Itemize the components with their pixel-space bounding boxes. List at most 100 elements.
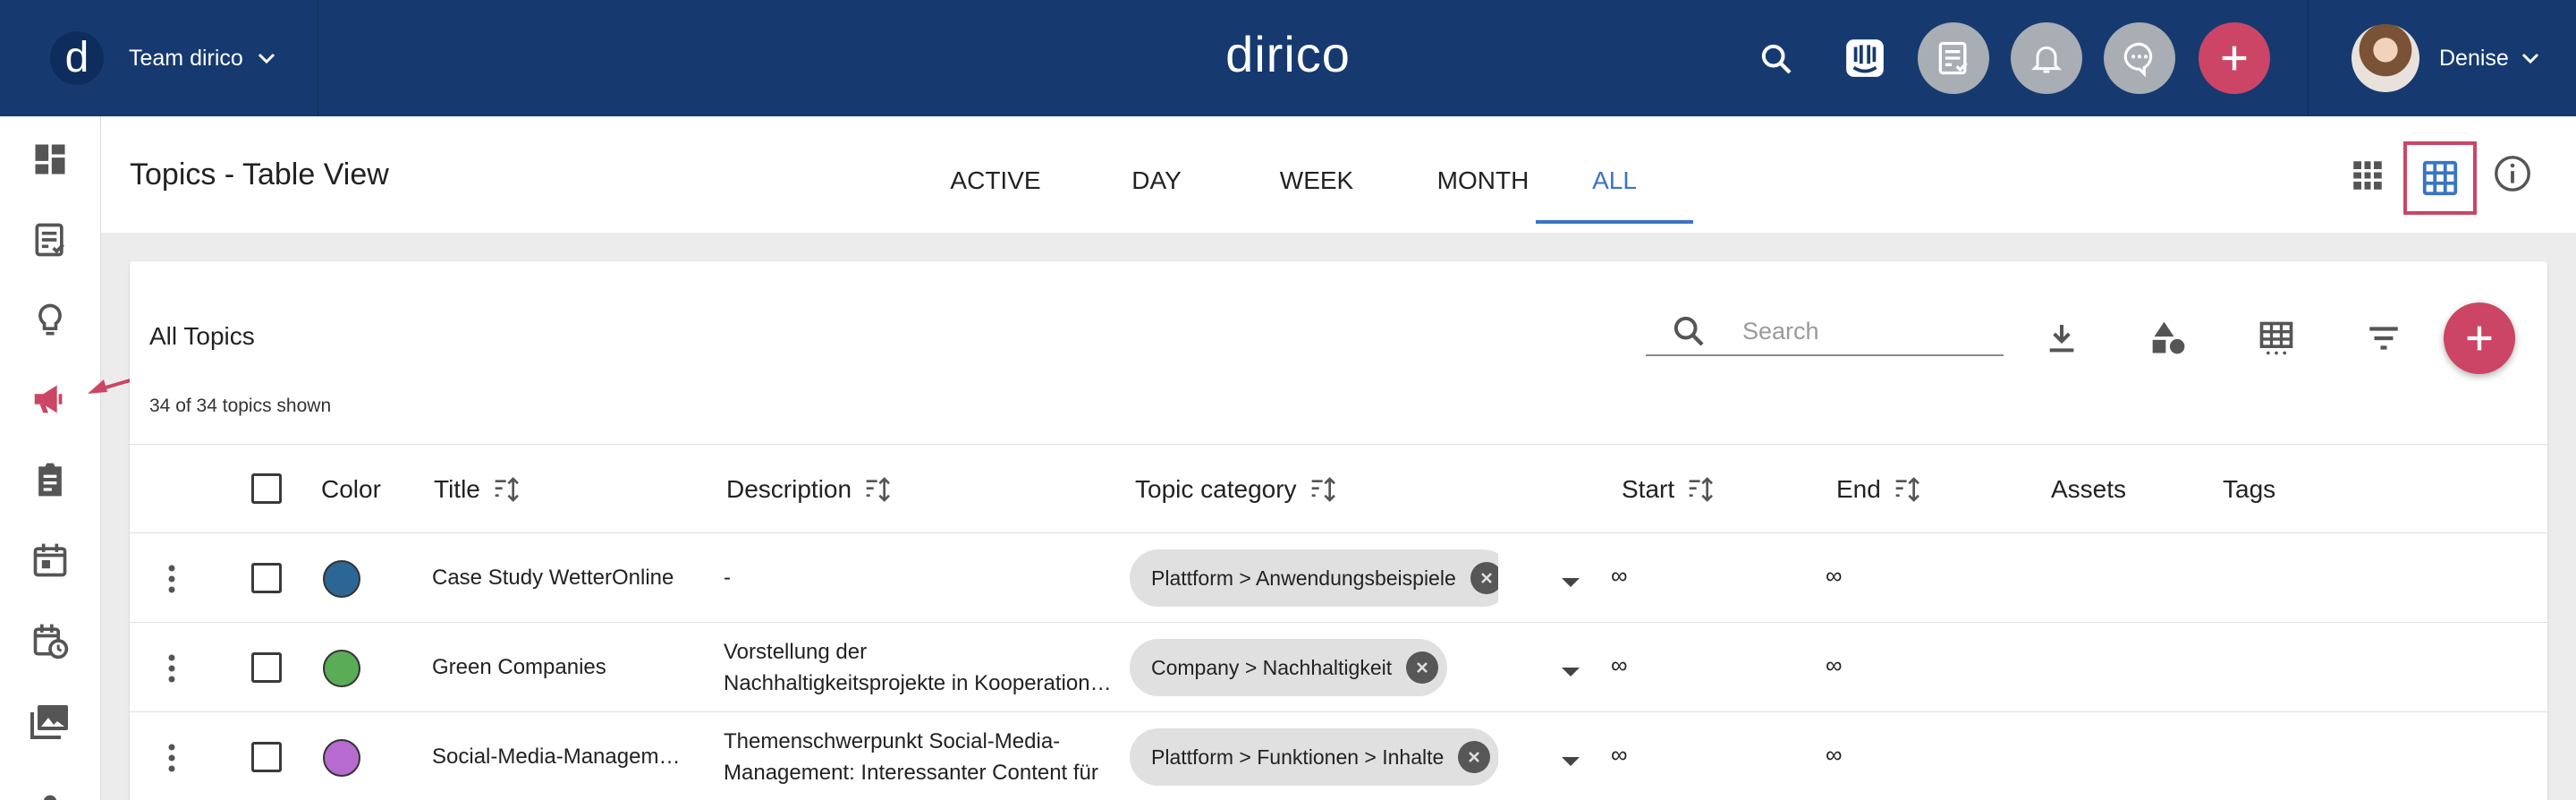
- category-chip-clip: Company > Nachhaltigkeit: [1130, 639, 1498, 696]
- select-all-checkbox[interactable]: [251, 473, 282, 504]
- sort-icon: [495, 477, 519, 502]
- chevron-down-icon: [258, 53, 275, 64]
- sidebar: [0, 116, 101, 800]
- grid-view-button[interactable]: [2339, 147, 2396, 204]
- tab-all[interactable]: ALL: [1536, 166, 1693, 195]
- column-label: End: [1836, 475, 1881, 503]
- team-logo-letter: d: [64, 34, 89, 81]
- user-menu[interactable]: Denise: [2308, 0, 2576, 116]
- topic-title[interactable]: Social-Media-Management: [432, 745, 684, 770]
- sidebar-item-schedule[interactable]: [25, 616, 75, 666]
- search-input[interactable]: [1742, 313, 1993, 349]
- category-chip-label: Company > Nachhaltigkeit: [1151, 655, 1393, 679]
- column-header-assets: Assets: [2051, 475, 2126, 504]
- pin-icon: [43, 795, 57, 800]
- topic-title[interactable]: Green Companies: [432, 655, 606, 680]
- table-header: Color Title Description Topic category S…: [130, 444, 2547, 533]
- column-header-description[interactable]: Description: [726, 475, 893, 504]
- filter-button[interactable]: [2359, 313, 2409, 363]
- sort-icon: [1311, 477, 1335, 502]
- remove-category-button[interactable]: [1458, 741, 1491, 773]
- remove-category-button[interactable]: [1470, 562, 1498, 594]
- topic-title[interactable]: Case Study WetterOnline: [432, 566, 674, 591]
- category-dropdown-icon[interactable]: [1561, 576, 1580, 589]
- column-label: Start: [1622, 475, 1675, 503]
- description-line: Themenschwerpunkt Social-Media-: [724, 729, 1061, 753]
- user-name: Denise: [2439, 45, 2509, 71]
- description-line: Vorstellung der: [724, 640, 868, 664]
- clipboard-icon: [38, 463, 62, 497]
- category-chip[interactable]: Plattform > Funktionen > Inhalte: [1130, 728, 1498, 786]
- notifications-button[interactable]: [2011, 22, 2082, 94]
- megaphone-icon: [34, 385, 63, 413]
- row-checkbox[interactable]: [251, 742, 282, 772]
- avatar: [2351, 24, 2419, 92]
- chat-icon: [2123, 42, 2153, 77]
- topic-count: 34 of 34 topics shown: [149, 396, 332, 416]
- top-bar: d Team dirico dirico Denise: [0, 0, 2576, 116]
- sidebar-item-tasks[interactable]: [25, 215, 75, 265]
- kebab-icon[interactable]: [167, 743, 176, 773]
- sidebar-item-dashboard[interactable]: [25, 134, 75, 184]
- tab-week[interactable]: WEEK: [1253, 166, 1380, 195]
- kebab-icon[interactable]: [167, 564, 176, 594]
- table-row[interactable]: Social-Media-Management Themenschwerpunk…: [130, 712, 2547, 800]
- column-header-title[interactable]: Title: [434, 475, 521, 504]
- column-header-end[interactable]: End: [1836, 475, 1922, 504]
- category-dropdown-icon[interactable]: [1561, 666, 1580, 678]
- remove-category-button[interactable]: [1406, 651, 1439, 684]
- download-button[interactable]: [2037, 313, 2087, 363]
- sidebar-item-assets[interactable]: [25, 696, 75, 746]
- search-icon: [1761, 44, 1792, 74]
- topic-description: Vorstellung der Nachhaltigkeitsprojekte …: [724, 636, 1117, 699]
- category-dropdown-icon[interactable]: [1561, 755, 1580, 768]
- column-header-start[interactable]: Start: [1622, 475, 1716, 504]
- tab-day[interactable]: DAY: [1103, 166, 1210, 195]
- search-button[interactable]: [1755, 38, 1798, 81]
- lightbulb-icon: [38, 303, 62, 336]
- brand-logo: dirico: [1225, 26, 1351, 82]
- column-header-topic-category[interactable]: Topic category: [1135, 475, 1338, 504]
- team-logo: d: [50, 31, 104, 85]
- table-row[interactable]: Green Companies Vorstellung der Nachhalt…: [130, 623, 2547, 712]
- sort-icon: [1689, 477, 1714, 502]
- calendar-clock-icon: [33, 624, 69, 660]
- kebab-icon[interactable]: [167, 653, 176, 684]
- sidebar-item-briefings[interactable]: [25, 455, 75, 505]
- categories-button[interactable]: [2144, 313, 2194, 363]
- close-icon: [1469, 752, 1480, 762]
- row-checkbox[interactable]: [251, 652, 282, 683]
- topics-card: All Topics 34 of 34 topics shown Color T…: [130, 261, 2547, 800]
- page-title: Topics - Table View: [130, 157, 389, 191]
- sidebar-item-topics[interactable]: [25, 374, 75, 424]
- description-line: Nachhaltigkeitsprojekte in Kooperation m…: [724, 671, 1117, 695]
- category-chip-clip: Plattform > Anwendungsbeispiele: [1130, 549, 1498, 607]
- column-header-tags: Tags: [2223, 475, 2275, 504]
- create-button[interactable]: [2199, 22, 2270, 94]
- checklist-icon: [35, 223, 64, 257]
- sidebar-item-more[interactable]: [25, 777, 75, 800]
- table-row[interactable]: Case Study WetterOnline - Plattform > An…: [130, 533, 2547, 623]
- chat-button[interactable]: [2104, 22, 2175, 94]
- category-chip-label: Plattform > Funktionen > Inhalte: [1151, 745, 1445, 769]
- info-button[interactable]: [2484, 145, 2541, 202]
- tab-active-indicator: [1536, 220, 1693, 224]
- sidebar-item-ideas[interactable]: [25, 295, 75, 345]
- table-view-button[interactable]: [2403, 141, 2477, 215]
- column-label: Tags: [2223, 475, 2276, 503]
- calendar-icon: [33, 543, 67, 577]
- tab-active[interactable]: ACTIVE: [928, 166, 1063, 195]
- tasks-button[interactable]: [1918, 22, 1989, 94]
- column-settings-button[interactable]: [2251, 313, 2301, 363]
- intercom-button[interactable]: [1841, 34, 1889, 82]
- category-chip[interactable]: Plattform > Anwendungsbeispiele: [1130, 549, 1498, 607]
- column-header-color: Color: [321, 475, 381, 504]
- team-switcher[interactable]: d Team dirico: [0, 0, 318, 116]
- category-chip[interactable]: Company > Nachhaltigkeit: [1130, 639, 1448, 696]
- category-chip-label: Plattform > Anwendungsbeispiele: [1151, 566, 1456, 590]
- card-title: All Topics: [149, 322, 255, 350]
- sidebar-item-calendar[interactable]: [25, 535, 75, 585]
- row-checkbox[interactable]: [251, 563, 282, 593]
- add-topic-button[interactable]: [2444, 302, 2515, 374]
- column-label: Topic category: [1135, 475, 1297, 503]
